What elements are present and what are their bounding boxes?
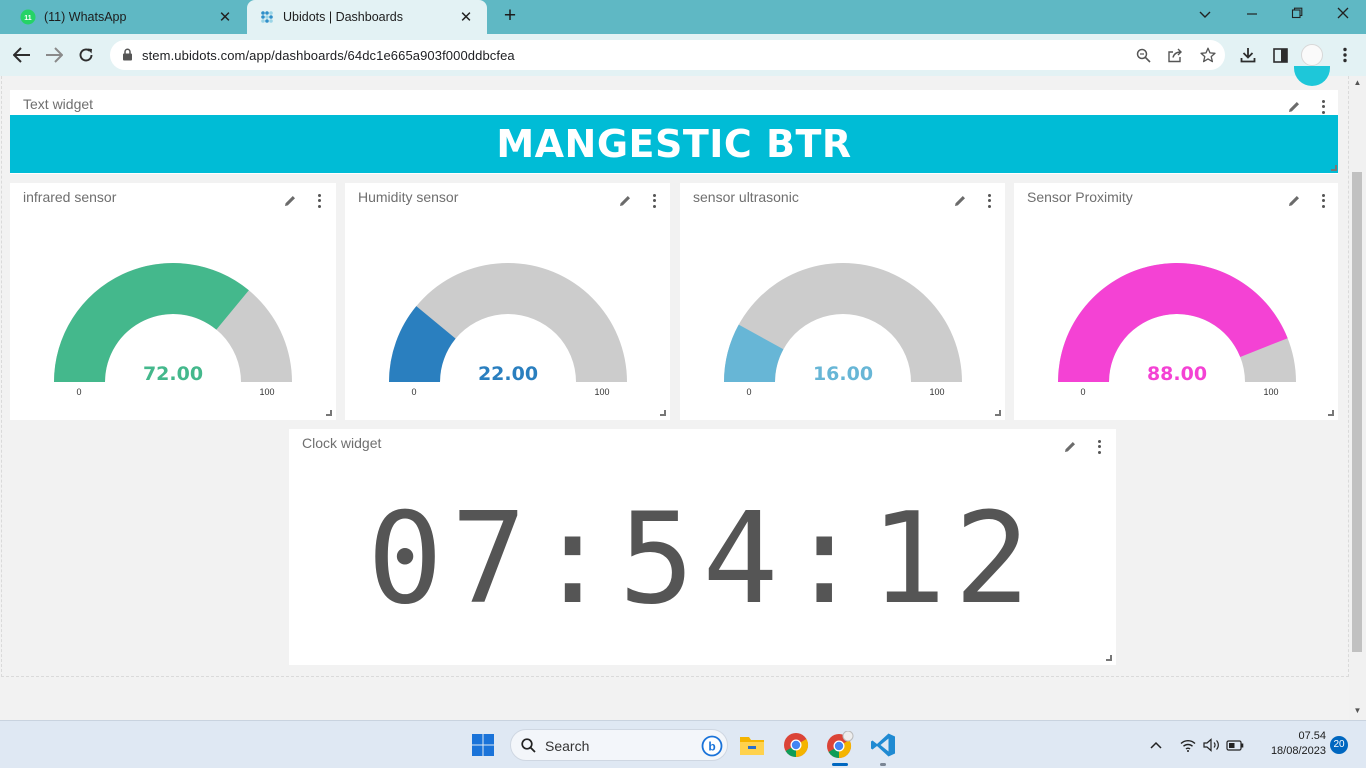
file-explorer-icon[interactable]: [738, 731, 766, 759]
chrome-profile-icon[interactable]: [826, 731, 854, 759]
active-app-indicator: [832, 763, 848, 766]
gauge-value-label: 88.00: [1147, 363, 1207, 385]
banner-text-block: MANGESTIC BTR: [10, 115, 1338, 173]
clock-widget: Clock widget 07:54:12: [289, 429, 1116, 665]
gauge-widget-proximity: Sensor Proximity 88.00 0 100: [1014, 183, 1338, 420]
side-panel-icon[interactable]: [1269, 44, 1291, 66]
gauge-chart: 88.00 0 100: [1058, 262, 1296, 397]
banner-title: MANGESTIC BTR: [496, 122, 852, 166]
gauge-widget-ultrasonic: sensor ultrasonic 16.00 0 100: [680, 183, 1005, 420]
whatsapp-icon: 11: [20, 9, 36, 25]
gauge-min-label: 0: [1080, 387, 1085, 397]
edit-pencil-icon[interactable]: [1286, 193, 1302, 209]
resize-handle[interactable]: [660, 410, 666, 416]
close-window-button[interactable]: [1331, 6, 1355, 26]
start-windows-icon[interactable]: [469, 731, 497, 759]
restore-button[interactable]: [1285, 6, 1309, 26]
download-icon[interactable]: [1237, 44, 1259, 66]
search-icon: [521, 738, 536, 758]
gauge-max-label: 100: [259, 387, 274, 397]
windows-taskbar: Search b 07.54 18/08/2023 20: [0, 720, 1366, 768]
edit-pencil-icon[interactable]: [1062, 439, 1078, 455]
browser-toolbar: stem.ubidots.com/app/dashboards/64dc1e66…: [0, 34, 1366, 76]
gauge-min-label: 0: [746, 387, 751, 397]
gauge-min-label: 0: [76, 387, 81, 397]
address-bar[interactable]: stem.ubidots.com/app/dashboards/64dc1e66…: [110, 40, 1225, 70]
gauge-max-label: 100: [594, 387, 609, 397]
bookmark-star-icon[interactable]: [1199, 46, 1217, 64]
gauge-chart: 22.00 0 100: [389, 263, 627, 397]
volume-icon[interactable]: [1201, 735, 1221, 755]
widget-menu-icon[interactable]: [1318, 193, 1328, 209]
widget-menu-icon[interactable]: [1094, 439, 1104, 455]
tab-title: (11) WhatsApp: [44, 10, 127, 24]
svg-text:b: b: [708, 740, 715, 754]
gauge-chart: 16.00 0 100: [724, 263, 962, 397]
edit-pencil-icon[interactable]: [952, 193, 968, 209]
share-icon[interactable]: [1166, 46, 1184, 64]
widget-menu-icon[interactable]: [1318, 99, 1328, 115]
close-tab-icon[interactable]: ✕: [457, 8, 475, 26]
reload-button[interactable]: [75, 44, 97, 66]
widget-menu-icon[interactable]: [649, 193, 659, 209]
bing-chat-icon[interactable]: b: [701, 735, 723, 762]
app-running-indicator: [880, 763, 886, 766]
search-placeholder: Search: [545, 738, 590, 754]
url-text: stem.ubidots.com/app/dashboards/64dc1e66…: [142, 48, 515, 63]
widget-title: Text widget: [23, 96, 94, 112]
resize-handle[interactable]: [995, 410, 1001, 416]
notification-badge[interactable]: 20: [1330, 736, 1348, 754]
browser-menu-icon[interactable]: [1334, 44, 1356, 66]
clock-time-text: 07.54: [1298, 730, 1326, 742]
system-clock[interactable]: 07.54 18/08/2023: [1258, 729, 1326, 759]
wifi-icon[interactable]: [1178, 735, 1198, 755]
tab-ubidots[interactable]: Ubidots | Dashboards ✕: [247, 0, 487, 34]
page-scrollbar[interactable]: ▲ ▼: [1349, 76, 1366, 720]
edit-pencil-icon[interactable]: [1286, 99, 1302, 115]
edit-pencil-icon[interactable]: [617, 193, 633, 209]
new-tab-button[interactable]: +: [499, 5, 521, 28]
tab-whatsapp[interactable]: 11 (11) WhatsApp ✕: [8, 0, 246, 34]
tab-title: Ubidots | Dashboards: [283, 10, 403, 24]
gauge-chart: 72.00 0 100: [53, 262, 292, 397]
gauge-widget-humidity: Humidity sensor 22.00 0 100: [345, 183, 670, 420]
clock-date-text: 18/08/2023: [1270, 745, 1326, 757]
tab-search-chevron-icon[interactable]: [1193, 6, 1217, 26]
gauge-value-label: 22.00: [478, 363, 538, 385]
gauge-widget-infrared: infrared sensor 72.00 0 100: [10, 183, 336, 420]
widget-menu-icon[interactable]: [314, 193, 324, 209]
battery-icon[interactable]: [1225, 735, 1245, 755]
close-tab-icon[interactable]: ✕: [216, 8, 234, 26]
scroll-down-icon[interactable]: ▼: [1353, 706, 1362, 715]
back-button[interactable]: [11, 44, 33, 66]
lock-icon: [122, 48, 133, 66]
scroll-up-icon[interactable]: ▲: [1353, 78, 1362, 87]
ubidots-icon: [259, 9, 275, 25]
gauge-max-label: 100: [1263, 387, 1278, 397]
clock-time: 07:54:12: [367, 485, 1038, 632]
widget-title: Clock widget: [302, 435, 382, 451]
gauge-max-label: 100: [929, 387, 944, 397]
gauge-value-label: 72.00: [143, 363, 203, 385]
resize-handle[interactable]: [1106, 655, 1112, 661]
vscode-icon[interactable]: [869, 731, 897, 759]
show-hidden-icons-chevron[interactable]: [1146, 735, 1166, 755]
taskbar-search[interactable]: Search b: [510, 729, 728, 761]
dashboard-page: Text widget MANGESTIC BTR infrared senso…: [0, 66, 1366, 720]
profile-avatar[interactable]: [1301, 44, 1323, 66]
edit-pencil-icon[interactable]: [282, 193, 298, 209]
gauge-min-label: 0: [411, 387, 416, 397]
gauge-value-label: 16.00: [813, 363, 873, 385]
resize-handle[interactable]: [326, 410, 332, 416]
zoom-icon[interactable]: [1134, 46, 1152, 64]
minimize-button[interactable]: [1240, 6, 1264, 26]
scrollbar-thumb[interactable]: [1352, 172, 1362, 652]
resize-handle[interactable]: [1328, 410, 1334, 416]
browser-tab-strip: 11 (11) WhatsApp ✕ Ubidots | Dashboards …: [0, 0, 1366, 34]
widget-menu-icon[interactable]: [984, 193, 994, 209]
forward-button[interactable]: [43, 44, 65, 66]
resize-handle[interactable]: [1331, 165, 1337, 171]
svg-text:11: 11: [24, 15, 32, 22]
chrome-icon[interactable]: [782, 731, 810, 759]
